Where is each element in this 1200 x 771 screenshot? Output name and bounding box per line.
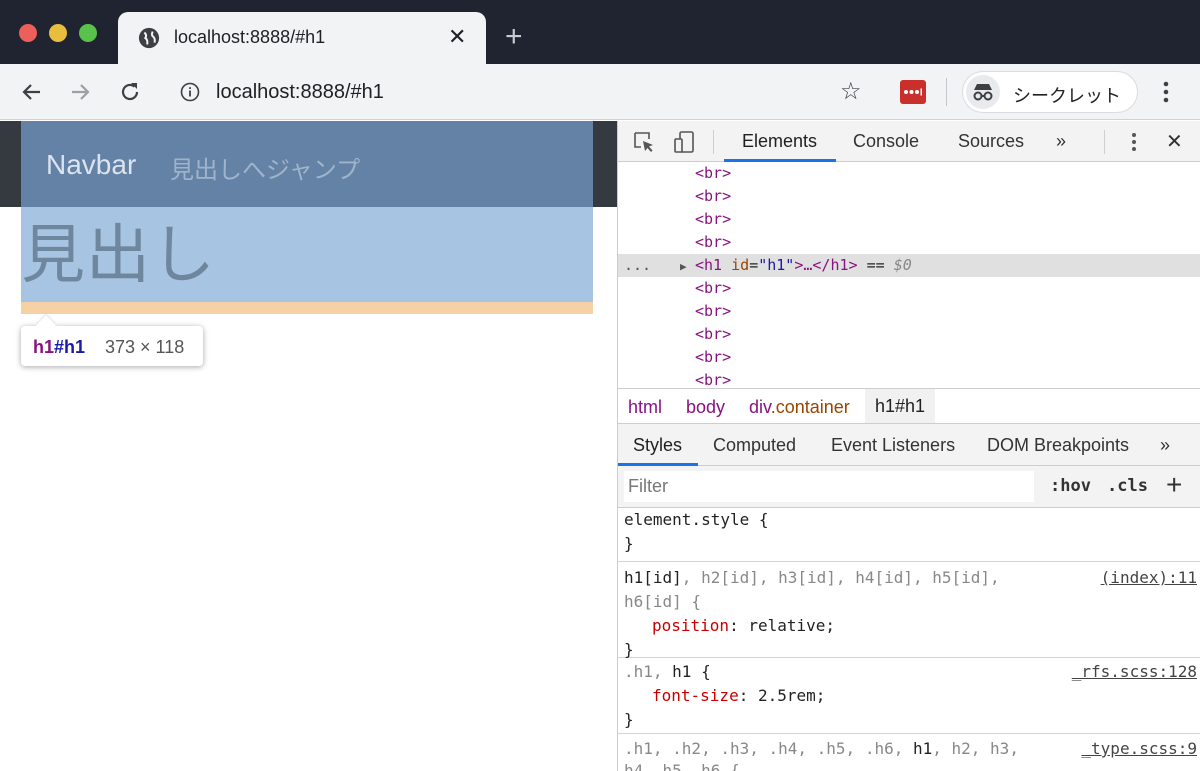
tab-computed[interactable]: Computed	[713, 435, 796, 456]
info-icon[interactable]	[180, 82, 200, 102]
navbar-link-jump[interactable]: 見出しへジャンプ	[170, 150, 360, 185]
url-text[interactable]: localhost:8888/#h1	[216, 81, 384, 104]
dom-node[interactable]: <br>	[618, 346, 1200, 369]
reload-button[interactable]	[114, 76, 146, 108]
tab-sources[interactable]: Sources	[958, 131, 1024, 152]
devtools-tab-bar: Elements Console Sources » ✕	[618, 121, 1200, 162]
new-style-rule-button[interactable]: +	[1166, 469, 1182, 501]
dom-node[interactable]: <br>	[618, 185, 1200, 208]
incognito-button[interactable]: シークレット	[962, 71, 1138, 113]
rule-selector: .h1, h1 {	[624, 662, 711, 681]
rule-source-link[interactable]: _rfs.scss:128	[1072, 660, 1197, 684]
breadcrumb-html[interactable]: html	[628, 397, 662, 418]
rule-selector: h1[id], h2[id], h3[id], h4[id], h5[id],	[624, 568, 1000, 587]
breadcrumb-div-container[interactable]: div.container	[749, 397, 850, 418]
style-rules: element.style { } h1[id], h2[id], h3[id]…	[618, 508, 1200, 771]
page-heading: 見出し	[21, 219, 216, 291]
browser-menu-icon[interactable]	[1152, 76, 1180, 108]
breadcrumb-body[interactable]: body	[686, 397, 725, 418]
incognito-label: シークレット	[1013, 86, 1121, 106]
breadcrumb-h1[interactable]: h1#h1	[865, 389, 936, 423]
dom-node[interactable]: <br>	[618, 300, 1200, 323]
globe-icon	[138, 27, 160, 49]
address-bar[interactable]: localhost:8888/#h1 ☆	[164, 72, 880, 112]
browser-titlebar: localhost:8888/#h1 ✕ +	[0, 0, 1200, 64]
devtools-divider	[1104, 130, 1105, 154]
rule-h1-font-size[interactable]: .h1, h1 { font-size: 2.5rem; } _rfs.scss…	[618, 658, 1200, 734]
reload-icon	[121, 83, 139, 101]
tooltip-selector: h1#h1	[33, 337, 85, 358]
dom-node-selected[interactable]: ... ▶ <h1 id="h1">…</h1> == $0	[618, 254, 1200, 277]
heading-highlight-overlay: 見出し	[21, 207, 593, 302]
incognito-icon	[966, 75, 1000, 109]
navbar-brand[interactable]: Navbar	[46, 149, 136, 181]
dots-icon	[904, 88, 922, 96]
back-button[interactable]	[16, 76, 48, 108]
devtools-menu-icon[interactable]	[1122, 130, 1146, 154]
inspect-tooltip: h1#h1 373 × 118	[21, 326, 203, 366]
styles-tab-bar: Styles Computed Event Listeners DOM Brea…	[618, 424, 1200, 466]
tooltip-tag: h1	[33, 337, 55, 357]
tab-console[interactable]: Console	[853, 131, 919, 152]
tab-dom-breakpoints[interactable]: DOM Breakpoints	[987, 435, 1129, 456]
tooltip-size: 373 × 118	[105, 337, 185, 357]
minimize-window-button[interactable]	[49, 24, 67, 42]
new-tab-button[interactable]: +	[505, 22, 523, 52]
rule-close: }	[624, 710, 634, 729]
devtools-panel: Elements Console Sources » ✕ <br> <br> <…	[617, 121, 1200, 771]
toolbar-divider	[946, 78, 947, 106]
forward-button[interactable]	[64, 76, 96, 108]
node-actions-icon[interactable]: ...	[624, 254, 651, 277]
selected-node-text: <h1 id="h1">…</h1> == $0	[695, 256, 912, 274]
devtools-divider	[713, 130, 714, 154]
expand-caret-icon[interactable]: ▶	[680, 254, 687, 278]
rule-source-link[interactable]: _type.scss:9	[1081, 737, 1197, 761]
heading-margin-overlay	[21, 302, 593, 314]
back-arrow-icon	[22, 84, 40, 100]
rule-source-link[interactable]: (index):11	[1101, 566, 1197, 590]
tooltip-id: #h1	[54, 337, 86, 357]
forward-arrow-icon	[72, 84, 90, 100]
rule-selector: element.style {	[624, 510, 769, 529]
dom-node[interactable]: <br>	[618, 369, 1200, 388]
maximize-window-button[interactable]	[79, 24, 97, 42]
rule-selector-cont: h6[id] {	[624, 592, 702, 611]
breadcrumb: html body div.container h1#h1	[618, 388, 1200, 424]
more-subtabs-icon[interactable]: »	[1160, 435, 1170, 456]
rule-close: }	[624, 534, 634, 553]
extension-lastpass-icon[interactable]	[900, 80, 926, 104]
browser-toolbar: localhost:8888/#h1 ☆ シークレット	[0, 64, 1200, 120]
close-window-button[interactable]	[19, 24, 37, 42]
bookmark-star-icon[interactable]: ☆	[840, 79, 862, 105]
dom-node[interactable]: <br>	[618, 208, 1200, 231]
rule-element-style[interactable]: element.style { }	[618, 508, 1200, 562]
close-devtools-icon[interactable]: ✕	[1166, 129, 1183, 154]
device-toolbar-icon[interactable]	[672, 130, 696, 154]
hov-toggle[interactable]: :hov	[1050, 476, 1091, 496]
dom-node[interactable]: <br>	[618, 323, 1200, 346]
dom-node[interactable]: <br>	[618, 231, 1200, 254]
tab-elements[interactable]: Elements	[742, 131, 817, 152]
rule-declaration[interactable]: font-size: 2.5rem;	[652, 684, 825, 708]
tab-event-listeners[interactable]: Event Listeners	[831, 435, 955, 456]
rule-selector: .h1, .h2, .h3, .h4, .h5, .h6, h1, h2, h3…	[624, 739, 1019, 758]
more-tabs-icon[interactable]: »	[1056, 131, 1066, 152]
browser-tab[interactable]: localhost:8888/#h1 ✕	[118, 12, 486, 64]
rule-declaration[interactable]: position: relative;	[652, 614, 835, 638]
rule-headings[interactable]: .h1, .h2, .h3, .h4, .h5, .h6, h1, h2, h3…	[618, 734, 1200, 771]
close-tab-icon[interactable]: ✕	[448, 24, 466, 50]
tab-styles[interactable]: Styles	[633, 435, 682, 456]
dom-tree[interactable]: <br> <br> <br> <br> ... ▶ <h1 id="h1">…<…	[618, 162, 1200, 388]
styles-filter-input[interactable]	[624, 471, 1034, 502]
inspect-element-icon[interactable]	[632, 130, 656, 154]
dom-node[interactable]: <br>	[618, 277, 1200, 300]
page-viewport: Navbar 見出しへジャンプ 見出し h1#h1 373 × 118	[0, 121, 617, 771]
dom-node[interactable]: <br>	[618, 162, 1200, 185]
styles-filter-bar: :hov .cls +	[618, 466, 1200, 508]
cls-toggle[interactable]: .cls	[1107, 476, 1148, 496]
tab-title: localhost:8888/#h1	[174, 27, 326, 47]
rule-selector-cont: h4, h5, h6 {	[624, 761, 740, 771]
site-navbar: Navbar 見出しへジャンプ	[0, 121, 617, 207]
rule-h1-id[interactable]: h1[id], h2[id], h3[id], h4[id], h5[id], …	[618, 562, 1200, 659]
